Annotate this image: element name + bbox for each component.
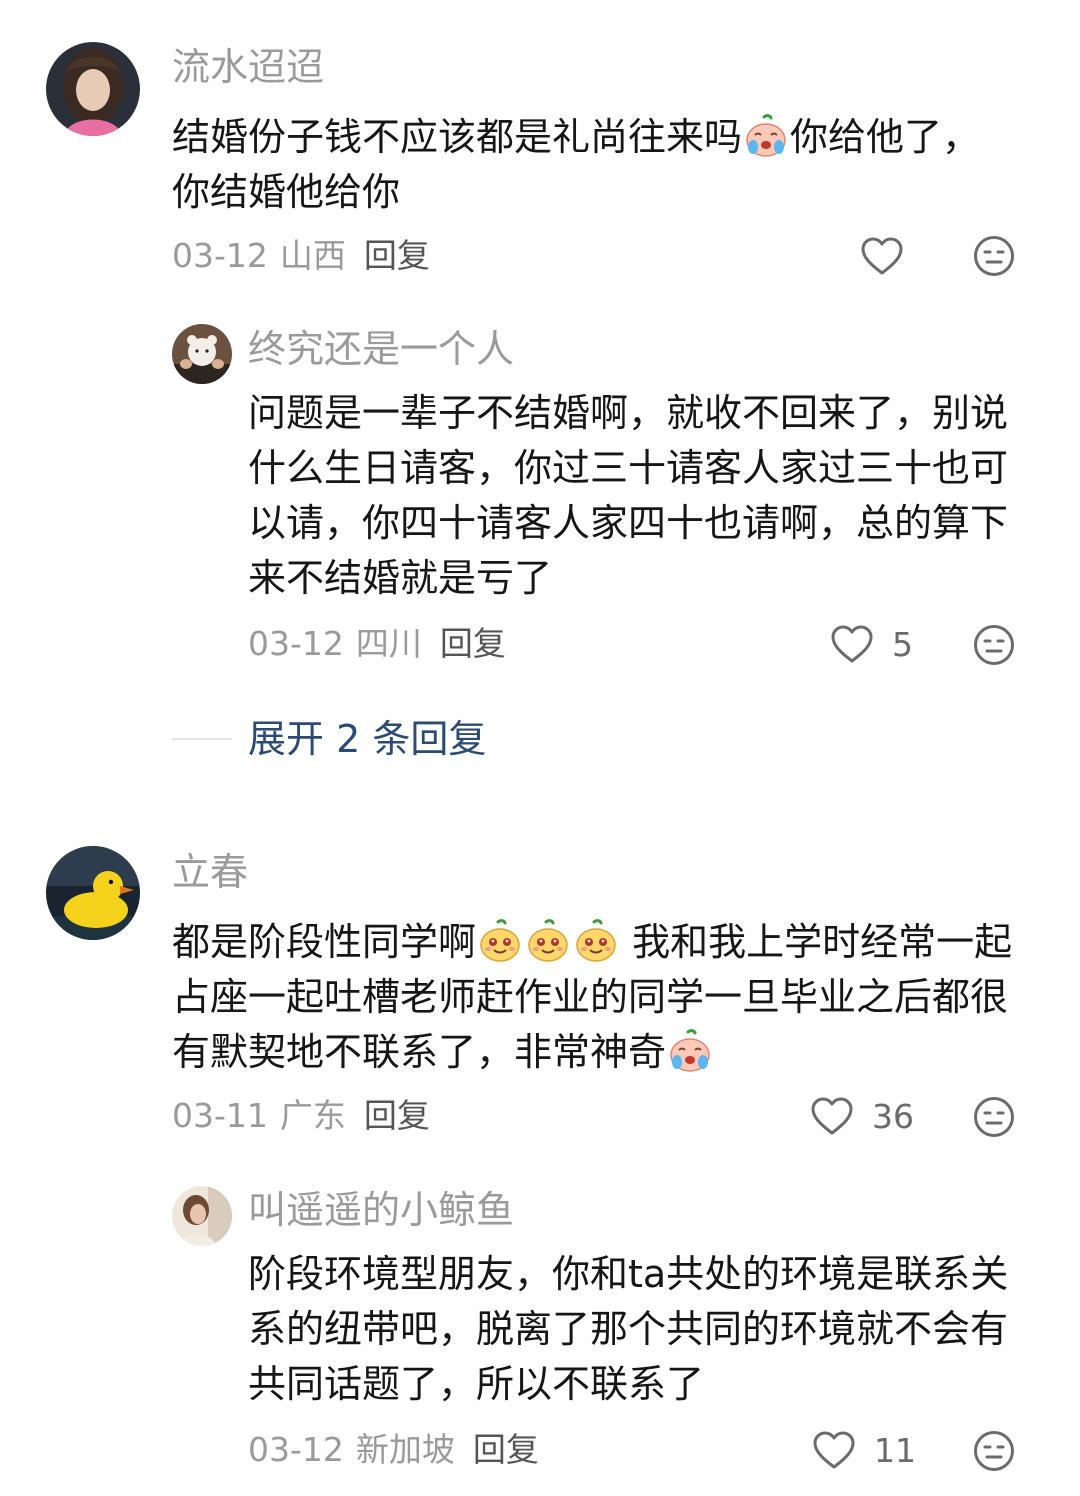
heart-outline-icon [830,624,874,664]
dislike-button[interactable] [973,624,1015,666]
avatar-bear-toy-icon [172,324,232,384]
reply-location: 新加坡 [355,1430,455,1469]
meh-face-icon [973,624,1015,666]
like-count: 5 [892,624,913,664]
reply-author[interactable]: 叫遥遥的小鲸鱼 [248,1188,514,1232]
avatar[interactable] [46,42,140,136]
meh-face-icon [973,235,1015,277]
reply-button[interactable]: 回复 [440,624,506,663]
comment-meta: 03-11 广东 回复 [172,1096,430,1136]
smirk-peach-emoji-icon [478,919,522,963]
like-button[interactable]: 5 [830,622,913,666]
meh-face-icon [973,1430,1015,1472]
reply-author[interactable]: 终究还是一个人 [248,327,514,371]
crying-peach-emoji-icon [744,114,788,158]
dislike-button[interactable] [973,235,1015,277]
comment-text-part: 都是阶段性同学啊 [172,920,477,964]
reply-location: 四川 [355,624,422,663]
reply-meta: 03-12 新加坡 回复 [248,1430,539,1470]
comment-author[interactable]: 立春 [172,850,248,894]
avatar[interactable] [172,324,232,384]
reply-button[interactable]: 回复 [364,236,430,275]
comment-author[interactable]: 流水迢迢 [172,45,324,89]
like-count: 11 [874,1430,916,1470]
dislike-button[interactable] [973,1430,1015,1472]
comment-location: 山西 [279,236,346,275]
reply-text: 问题是一辈子不结婚啊，就收不回来了，别说什么生日请客，你过三十请客人家过三十也可… [248,391,1009,600]
expand-replies-button[interactable]: 展开 2 条回复 [248,717,486,761]
like-button[interactable] [860,234,922,278]
avatar[interactable] [172,1186,232,1246]
reply-meta: 03-12 四川 回复 [248,624,506,664]
avatar[interactable] [46,846,140,940]
comment-date: 03-11 [172,1096,268,1135]
reply-date: 03-12 [248,1430,344,1469]
smirk-peach-emoji-icon [574,919,618,963]
comment-date: 03-12 [172,236,268,275]
like-button[interactable]: 11 [812,1428,916,1472]
smirk-peach-emoji-icon [526,919,570,963]
avatar-rubber-duck-icon [46,846,140,940]
heart-outline-icon [860,236,904,276]
heart-outline-icon [810,1096,854,1136]
reply-button[interactable]: 回复 [473,1430,539,1469]
reply-button[interactable]: 回复 [364,1096,430,1135]
crying-peach-emoji-icon [668,1029,712,1073]
reply-text: 阶段环境型朋友，你和ta共处的环境是联系关系的纽带吧，脱离了那个共同的环境就不会… [248,1252,1009,1406]
dislike-button[interactable] [973,1096,1015,1138]
comment-text-part: 结婚份子钱不应该都是礼尚往来吗 [172,115,743,159]
avatar-woman-portrait-icon [46,42,140,136]
comment-location: 广东 [279,1096,346,1135]
like-count: 36 [872,1096,914,1136]
divider [172,738,232,740]
avatar-person-photo-icon [172,1186,232,1246]
like-button[interactable]: 36 [810,1094,914,1138]
heart-outline-icon [812,1430,856,1470]
comment-meta: 03-12 山西 回复 [172,236,430,276]
reply-date: 03-12 [248,624,344,663]
meh-face-icon [973,1096,1015,1138]
comment-text: 都是阶段性同学啊 我和我上学时经常一起占座一起吐槽老师赶作业的同学一旦毕业之后都… [172,915,1022,1080]
comment-text: 结婚份子钱不应该都是礼尚往来吗 你给他了，你结婚他给你 [172,110,992,220]
